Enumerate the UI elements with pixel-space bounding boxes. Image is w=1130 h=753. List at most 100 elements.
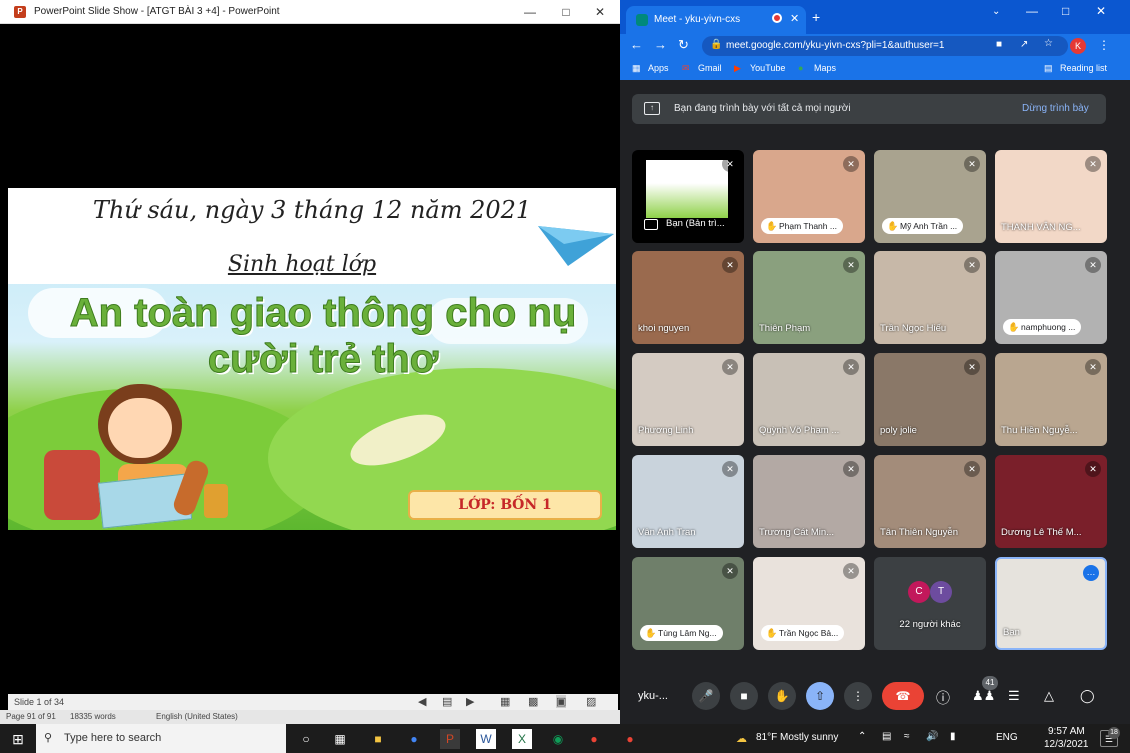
present-now-button[interactable]: ⇧ — [806, 682, 834, 710]
raised-hand-icon: ✋ — [645, 628, 657, 638]
participant-tile[interactable]: ✕ Thiên Phạm — [753, 251, 865, 344]
participant-name: Trương Cát Min... — [759, 527, 835, 538]
participant-tile[interactable]: ✕ ✋ Tùng Lâm Ng... — [632, 557, 744, 650]
youtube-icon: ▶ — [734, 63, 741, 73]
participant-tile[interactable]: ✕ ✋ Trần Ngọc Bả... — [753, 557, 865, 650]
participant-tile[interactable]: ✕ Trương Cát Min... — [753, 455, 865, 548]
volume-icon[interactable]: 🔊 — [926, 731, 938, 742]
mic-off-icon: ✕ — [843, 359, 859, 375]
share-icon[interactable]: ↗ — [1020, 39, 1028, 50]
mic-off-icon: ✕ — [722, 461, 738, 477]
leave-call-button[interactable]: ☎ — [882, 682, 924, 710]
profile-avatar[interactable]: K — [1070, 38, 1086, 54]
participant-tile[interactable]: ✕ Thu Hiền Nguyễ... — [995, 353, 1107, 446]
clock-time[interactable]: 9:57 AM — [1048, 726, 1085, 737]
more-options-icon[interactable]: … — [1083, 565, 1099, 581]
host-controls-icon[interactable]: ◯ — [1080, 688, 1095, 704]
clock-date[interactable]: 12/3/2021 — [1044, 739, 1089, 750]
participant-tile[interactable]: ✕ poly jolie — [874, 353, 986, 446]
participant-tile[interactable]: ✕ ✋ namphuong ... — [995, 251, 1107, 344]
participant-tile[interactable]: ✕ khoi nguyen — [632, 251, 744, 344]
tray-chevron-icon[interactable]: ⌃ — [858, 731, 866, 742]
chrome-window: Meet - yku-yivn-cxs ✕ + ⌄ — □ ✕ ← → ↻ 🔒 … — [620, 0, 1130, 724]
chat-icon[interactable]: ☰ — [1008, 688, 1020, 704]
language-indicator[interactable]: ENG — [996, 732, 1018, 743]
participant-tile[interactable]: ✕ Vân Anh Tran — [632, 455, 744, 548]
participant-tile[interactable]: ✕ Phương Linh — [632, 353, 744, 446]
close-button[interactable]: ✕ — [592, 4, 608, 20]
bookmark-maps[interactable]: Maps — [814, 63, 836, 73]
chrome-maximize-icon[interactable]: □ — [1062, 4, 1069, 18]
participant-tile[interactable]: ✕ Quỳnh Võ Phạm ... — [753, 353, 865, 446]
chrome-profile2-taskbar-icon[interactable]: ● — [620, 729, 640, 749]
participant-tile[interactable]: ✕ Dương Lê Thế M... — [995, 455, 1107, 548]
raise-hand-button[interactable]: ✋ — [768, 682, 796, 710]
camera-icon[interactable]: ■ — [996, 39, 1002, 50]
chrome-tabbar: Meet - yku-yivn-cxs ✕ + ⌄ — □ ✕ — [620, 0, 1130, 34]
participant-tile[interactable]: ✕ Tân Thiên Nguyễn — [874, 455, 986, 548]
bookmark-apps[interactable]: Apps — [648, 63, 669, 73]
slideshow-icon[interactable]: ▨ — [586, 695, 596, 708]
people-icon[interactable]: ♟♟ — [972, 688, 995, 704]
new-tab-icon[interactable]: + — [812, 9, 820, 25]
participant-name: Thiên Phạm — [759, 323, 811, 334]
participant-tile[interactable]: ✕ Bạn (Bản trì... — [632, 150, 744, 243]
excel-taskbar-icon[interactable]: X — [512, 729, 532, 749]
ppt-titlebar: P PowerPoint Slide Show - [ATGT BÀI 3 +4… — [0, 0, 620, 24]
participant-tile[interactable]: C T 22 người khác — [874, 557, 986, 650]
participant-tile[interactable]: ✕ ✋ Phạm Thanh ... — [753, 150, 865, 243]
next-slide-icon[interactable]: ▶ — [466, 695, 474, 708]
meeting-code[interactable]: yku-... — [638, 690, 668, 702]
cortana-icon[interactable]: ○ — [296, 729, 316, 749]
maximize-button[interactable]: □ — [558, 4, 574, 20]
forward-icon[interactable]: → — [654, 37, 667, 52]
stop-presenting-button[interactable]: Dừng trình bày — [1022, 103, 1089, 114]
mic-button[interactable]: 🎤 — [692, 682, 720, 710]
participant-tile[interactable]: ✕ THANH VÂN NG... — [995, 150, 1107, 243]
windows-start-icon[interactable]: ⊞ — [8, 729, 28, 749]
meet-tab[interactable]: Meet - yku-yivn-cxs ✕ — [626, 6, 806, 34]
participant-tile[interactable]: ✕ ✋ Mỹ Anh Trần ... — [874, 150, 986, 243]
powerpoint-window: P PowerPoint Slide Show - [ATGT BÀI 3 +4… — [0, 0, 620, 724]
camera-app-icon[interactable]: ◉ — [548, 729, 568, 749]
chrome-profile-taskbar-icon[interactable]: ● — [584, 729, 604, 749]
normal-view-icon[interactable]: ▦ — [500, 695, 510, 708]
reload-icon[interactable]: ↻ — [678, 37, 689, 53]
url-text: meet.google.com/yku-yivn-cxs?pli=1&authu… — [726, 40, 945, 51]
slide-title: An toàn giao thông cho nụ cười trẻ thơ — [69, 291, 577, 382]
tab-close-icon[interactable]: ✕ — [790, 12, 799, 25]
slide-sorter-icon[interactable]: ▩ — [528, 695, 538, 708]
battery-icon[interactable]: ▮ — [950, 731, 956, 742]
meeting-details-icon[interactable]: ⓘ — [936, 688, 950, 708]
powerpoint-taskbar-icon[interactable]: P — [440, 729, 460, 749]
chrome-close-icon[interactable]: ✕ — [1096, 4, 1106, 18]
chrome-menu-icon[interactable]: ⋮ — [1098, 38, 1110, 52]
prev-slide-icon[interactable]: ◀ — [418, 695, 426, 708]
wifi-icon[interactable]: ≈ — [904, 731, 910, 742]
camera-button[interactable]: ■ — [730, 682, 758, 710]
tab-search-icon[interactable]: ⌄ — [992, 6, 1000, 17]
file-explorer-icon[interactable]: ■ — [368, 729, 388, 749]
network-icon[interactable]: ▤ — [882, 731, 891, 742]
chrome-taskbar-icon[interactable]: ● — [404, 729, 424, 749]
taskbar-search[interactable]: ⚲ Type here to search — [36, 724, 286, 753]
slide[interactable]: Thứ sáu, ngày 3 tháng 12 năm 2021 Sinh h… — [8, 188, 616, 530]
address-bar[interactable]: 🔒 meet.google.com/yku-yivn-cxs?pli=1&aut… — [702, 36, 1068, 56]
minimize-button[interactable]: — — [522, 4, 538, 20]
participant-tile[interactable]: ✕ Trần Ngọc Hiếu — [874, 251, 986, 344]
task-view-icon[interactable]: ▦ — [330, 729, 350, 749]
more-options-button[interactable]: ⋮ — [844, 682, 872, 710]
back-icon[interactable]: ← — [630, 37, 643, 52]
reading-list[interactable]: Reading list — [1060, 63, 1107, 73]
participant-tile[interactable]: … Bạn — [995, 557, 1107, 650]
bookmark-gmail[interactable]: Gmail — [698, 63, 722, 73]
word-taskbar-icon[interactable]: W — [476, 729, 496, 749]
activities-icon[interactable]: △ — [1044, 688, 1054, 704]
menu-icon[interactable]: ▤ — [442, 695, 452, 708]
weather-text[interactable]: 81°F Mostly sunny — [756, 732, 838, 743]
mic-off-icon: ✕ — [1085, 257, 1101, 273]
reading-view-icon[interactable]: ▣ — [556, 695, 567, 708]
chrome-minimize-icon[interactable]: — — [1026, 4, 1038, 18]
bookmark-youtube[interactable]: YouTube — [750, 63, 785, 73]
bookmark-star-icon[interactable]: ☆ — [1044, 38, 1053, 49]
